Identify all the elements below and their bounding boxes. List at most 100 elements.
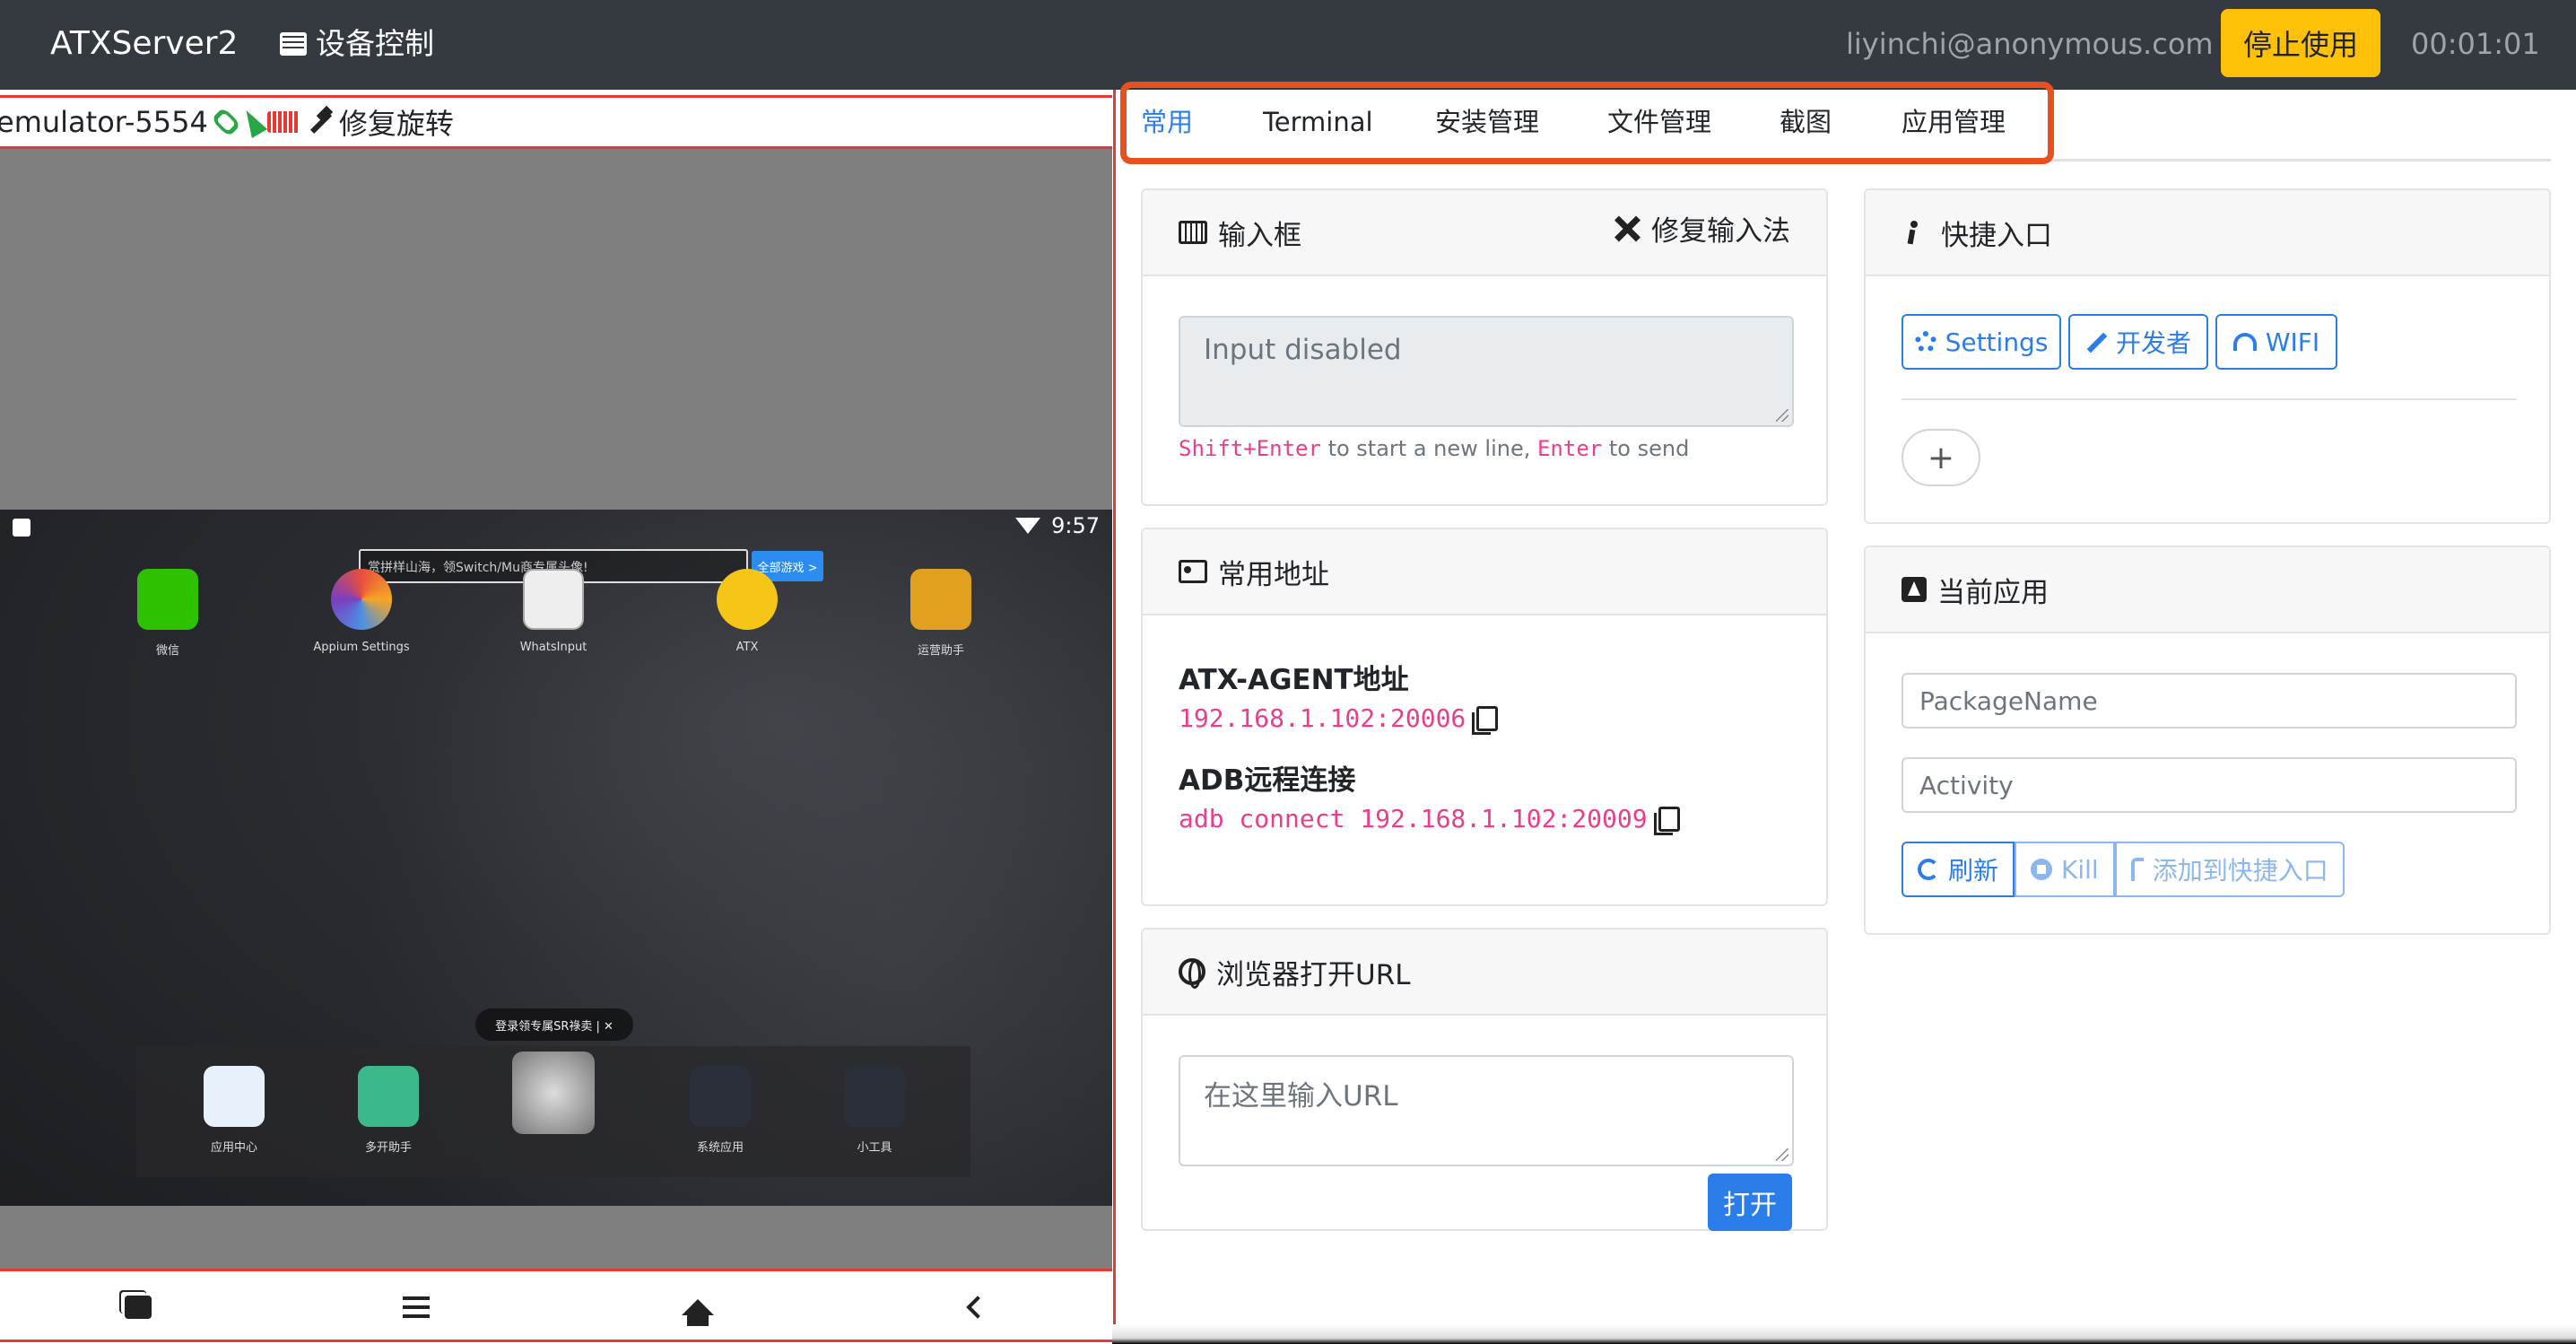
input-textarea[interactable]: Input disabled bbox=[1179, 316, 1794, 427]
shortcut-card-header: 快捷入口 bbox=[1866, 190, 2549, 276]
app-app-center[interactable]: 应用中心 bbox=[167, 1066, 301, 1155]
url-card-title: 浏览器打开URL bbox=[1216, 958, 1411, 991]
stop-using-button[interactable]: 停止使用 bbox=[2221, 9, 2380, 77]
hint-key-enter: Enter bbox=[1536, 436, 1603, 461]
device-name: emulator-5554 bbox=[0, 105, 208, 139]
url-input[interactable]: 在这里输入URL bbox=[1179, 1055, 1794, 1166]
keyboard-icon bbox=[1179, 221, 1207, 244]
wechat-icon bbox=[137, 569, 198, 630]
resize-handle-icon[interactable] bbox=[1776, 409, 1788, 422]
cursor-icon[interactable] bbox=[238, 106, 268, 138]
adb-connect-label: ADB远程连接 bbox=[1179, 764, 1356, 797]
package-name-input[interactable]: PackageName bbox=[1902, 673, 2517, 729]
app-whatsinput[interactable]: WhatsInput bbox=[486, 569, 621, 654]
whatsinput-icon bbox=[523, 569, 584, 630]
shortcut-settings-button[interactable]: Settings bbox=[1902, 314, 2061, 370]
back-icon bbox=[966, 1296, 989, 1319]
system-apps-icon bbox=[690, 1066, 751, 1127]
home-button[interactable] bbox=[680, 1289, 716, 1326]
device-screen[interactable]: 9:57 赏拼样山海，领Switch/Mu商专属头像! 全部游戏 > 微信 Ap… bbox=[0, 510, 1112, 1206]
current-app-card-title: 当前应用 bbox=[1937, 576, 2049, 609]
refresh-icon bbox=[1918, 859, 1939, 880]
appium-icon bbox=[331, 569, 392, 630]
activity-input[interactable]: Activity bbox=[1902, 757, 2517, 813]
current-app-card: 当前应用 PackageName Activity 刷新 Kill 添加到快捷入… bbox=[1864, 545, 2551, 935]
copy-icon[interactable] bbox=[1472, 705, 1499, 735]
stop-circle-icon bbox=[2031, 859, 2053, 880]
device-toast[interactable]: 登录领专属SR祿卖 | ✕ bbox=[475, 1008, 633, 1041]
app-label: 系统应用 bbox=[696, 1141, 744, 1155]
nav-device-control[interactable]: 设备控制 bbox=[280, 20, 434, 68]
resize-handle-icon[interactable] bbox=[1776, 1148, 1788, 1161]
app-center-icon bbox=[204, 1066, 265, 1127]
add-to-shortcut-button[interactable]: 添加到快捷入口 bbox=[2114, 842, 2345, 897]
adb-connect-value: adb connect 192.168.1.102:20009 bbox=[1179, 804, 1648, 833]
address-card: 常用地址 ATX-AGENT地址 192.168.1.102:20006 ADB… bbox=[1141, 528, 1828, 906]
shortcut-wifi-button[interactable]: WIFI bbox=[2215, 314, 2337, 370]
url-input-placeholder: 在这里输入URL bbox=[1204, 1080, 1398, 1113]
wrench-icon bbox=[2085, 331, 2107, 353]
input-textarea-placeholder: Input disabled bbox=[1204, 334, 1402, 366]
top-navbar: ATXServer2 设备控制 liyinchi@anonymous.com 停… bbox=[0, 0, 2576, 90]
keyboard-icon[interactable] bbox=[266, 111, 300, 133]
app-label: 微信 bbox=[155, 644, 179, 658]
hammer-icon[interactable] bbox=[305, 108, 334, 136]
hint-key-shift-enter: Shift+Enter bbox=[1179, 436, 1321, 461]
app-multi-open[interactable]: 多开助手 bbox=[321, 1066, 456, 1155]
agent-address: 192.168.1.102:20006 bbox=[1179, 703, 1499, 735]
device-panel: emulator-5554 修复旋转 9:57 赏拼样山海，领Switch/Mu… bbox=[0, 90, 1116, 1344]
brand-logo[interactable]: ATXServer2 bbox=[50, 20, 238, 68]
recent-apps-button[interactable] bbox=[120, 1289, 156, 1325]
link-icon[interactable] bbox=[211, 107, 241, 137]
wifi-icon bbox=[2232, 333, 2257, 351]
device-screen-area[interactable]: 9:57 赏拼样山海，领Switch/Mu商专属头像! 全部游戏 > 微信 Ap… bbox=[0, 149, 1112, 1274]
app-label: 小工具 bbox=[857, 1141, 892, 1155]
app-label: 应用中心 bbox=[210, 1141, 257, 1155]
tools-icon bbox=[1614, 215, 1640, 242]
fix-ime-button[interactable]: 修复输入法 bbox=[1614, 208, 1790, 249]
divider bbox=[1902, 398, 2517, 400]
status-time: 9:57 bbox=[1051, 513, 1100, 538]
back-button[interactable] bbox=[960, 1289, 996, 1325]
shortcut-wifi-label: WIFI bbox=[2265, 327, 2320, 357]
menu-button[interactable] bbox=[398, 1289, 434, 1325]
input-card-title: 输入框 bbox=[1218, 219, 1301, 252]
game-avatar-icon bbox=[512, 1052, 595, 1134]
agent-address-value: 192.168.1.102:20006 bbox=[1179, 703, 1466, 733]
address-card-title: 常用地址 bbox=[1218, 558, 1329, 591]
refresh-label: 刷新 bbox=[1948, 856, 1999, 886]
open-url-button[interactable]: 打开 bbox=[1708, 1174, 1792, 1231]
app-label: WhatsInput bbox=[519, 641, 587, 654]
app-store-icon bbox=[1902, 577, 1927, 602]
add-shortcut-button[interactable]: + bbox=[1902, 429, 1980, 486]
app-system-apps[interactable]: 系统应用 bbox=[653, 1066, 788, 1155]
app-wechat[interactable]: 微信 bbox=[100, 569, 235, 658]
notification-icon bbox=[13, 519, 30, 537]
user-email: liyinchi@anonymous.com bbox=[1846, 27, 2214, 61]
atx-icon bbox=[717, 569, 778, 630]
app-game-avatar[interactable] bbox=[486, 1052, 621, 1145]
url-card-header: 浏览器打开URL bbox=[1143, 929, 1826, 1016]
shortcut-developer-button[interactable]: 开发者 bbox=[2068, 314, 2208, 370]
user-dropdown[interactable]: liyinchi@anonymous.com bbox=[1846, 20, 2244, 68]
device-nav-bar bbox=[0, 1269, 1112, 1342]
app-label: 多开助手 bbox=[364, 1141, 412, 1155]
status-bar: 9:57 bbox=[1015, 513, 1100, 538]
app-operations-helper[interactable]: 运营助手 bbox=[874, 569, 1008, 658]
hint-text-2: to send bbox=[1602, 436, 1690, 461]
input-card: 输入框 修复输入法 Input disabled Shift+Enter to … bbox=[1141, 188, 1828, 506]
app-appium-settings[interactable]: Appium Settings bbox=[294, 569, 429, 654]
app-label: 运营助手 bbox=[917, 644, 964, 658]
app-label: Appium Settings bbox=[313, 641, 410, 654]
nav-device-control-label: 设备控制 bbox=[316, 26, 434, 61]
session-timer: 00:01:01 bbox=[2411, 27, 2540, 61]
list-icon bbox=[280, 32, 307, 56]
copy-icon[interactable] bbox=[1653, 806, 1680, 835]
refresh-button[interactable]: 刷新 bbox=[1902, 842, 2015, 897]
add-to-shortcut-label: 添加到快捷入口 bbox=[2152, 856, 2328, 886]
kill-button[interactable]: Kill bbox=[2015, 842, 2115, 897]
app-atx[interactable]: ATX bbox=[680, 569, 814, 654]
current-app-actions: 刷新 Kill 添加到快捷入口 bbox=[1902, 842, 2345, 897]
app-tools[interactable]: 小工具 bbox=[807, 1066, 942, 1155]
fix-rotation-button[interactable]: 修复旋转 bbox=[339, 101, 454, 143]
